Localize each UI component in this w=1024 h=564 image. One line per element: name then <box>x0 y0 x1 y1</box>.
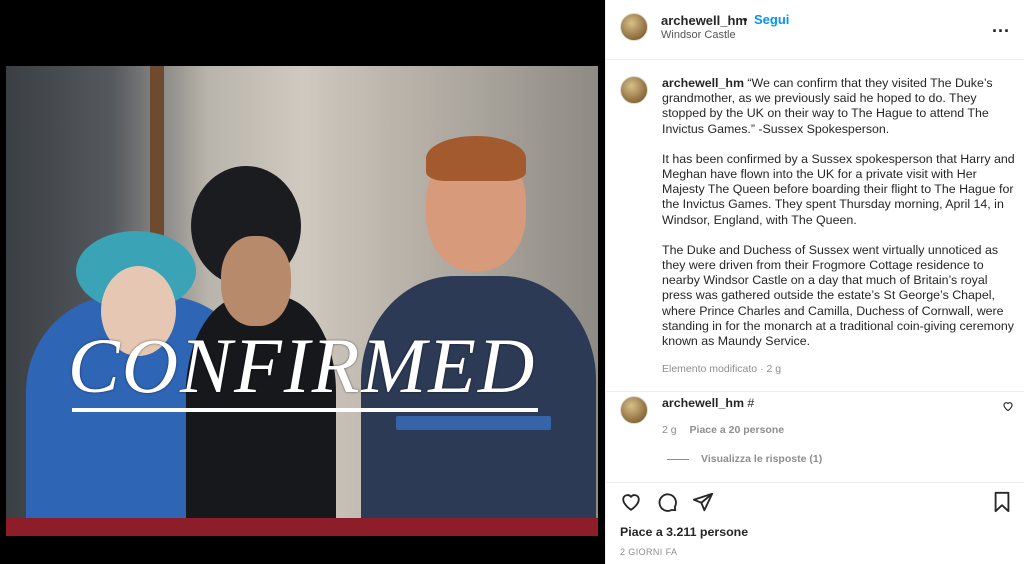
overlay-text: CONFIRMED <box>67 322 537 409</box>
comment-likes[interactable]: Piace a 20 persone <box>690 424 785 436</box>
comment-item: archewell_hm # 2 g Piace a 20 persone Vi… <box>606 392 1024 482</box>
comment-like-heart-icon[interactable] <box>1002 400 1014 412</box>
post-caption: archewell_hm “We can confirm that they v… <box>606 60 1024 392</box>
share-icon[interactable] <box>692 491 714 513</box>
comment-meta: 2 g Piace a 20 persone <box>662 424 784 436</box>
header-separator: • <box>743 12 748 27</box>
more-options-icon[interactable]: ... <box>992 16 1010 37</box>
post-image[interactable]: CONFIRMED <box>6 66 598 536</box>
caption-body: archewell_hm “We can confirm that they v… <box>662 76 1016 377</box>
heart-icon[interactable] <box>620 491 642 513</box>
photo-face-meghan <box>221 236 291 326</box>
post-sidebar: archewell_hm • Segui Windsor Castle ... … <box>605 0 1024 564</box>
caption-username[interactable]: archewell_hm <box>662 76 744 90</box>
replies-divider <box>667 458 689 460</box>
post-header: archewell_hm • Segui Windsor Castle ... <box>606 0 1024 60</box>
avatar[interactable] <box>620 396 648 424</box>
avatar[interactable] <box>620 13 648 41</box>
header-username[interactable]: archewell_hm <box>661 13 747 28</box>
caption-time[interactable]: 2 g <box>766 363 781 375</box>
comment-time[interactable]: 2 g <box>662 424 677 436</box>
post-media-pane: CONFIRMED <box>0 0 605 564</box>
follow-button[interactable]: Segui <box>754 12 789 27</box>
action-icons <box>620 491 714 513</box>
view-replies-label: Visualizza le risposte (1) <box>701 453 823 465</box>
comment-icon[interactable] <box>656 491 678 513</box>
bookmark-icon[interactable] <box>992 491 1012 513</box>
caption-meta-separator: · <box>760 363 764 376</box>
view-replies-button[interactable]: Visualizza le risposte (1) <box>667 453 822 465</box>
overlay-underline <box>72 408 538 412</box>
caption-paragraph-3: The Duke and Duchess of Sussex went virt… <box>662 242 1014 349</box>
edited-label: Elemento modificato <box>662 363 758 376</box>
post-date[interactable]: 2 GIORNI FA <box>620 547 677 557</box>
photo-balcony <box>6 518 598 536</box>
caption-paragraph-2: It has been confirmed by a Sussex spokes… <box>662 151 1015 227</box>
comment-text[interactable]: # <box>747 396 754 410</box>
caption-meta: Elemento modificato · 2 g <box>662 362 1016 377</box>
post-likes-count[interactable]: Piace a 3.211 persone <box>620 525 748 539</box>
post-actions: Piace a 3.211 persone 2 GIORNI FA <box>606 482 1024 564</box>
avatar[interactable] <box>620 76 648 104</box>
location-link[interactable]: Windsor Castle <box>661 29 736 41</box>
photo-hair-harry <box>426 136 526 181</box>
comment-username[interactable]: archewell_hm <box>662 396 744 410</box>
comment-content: archewell_hm # <box>662 396 754 410</box>
photo-belt <box>396 416 551 430</box>
